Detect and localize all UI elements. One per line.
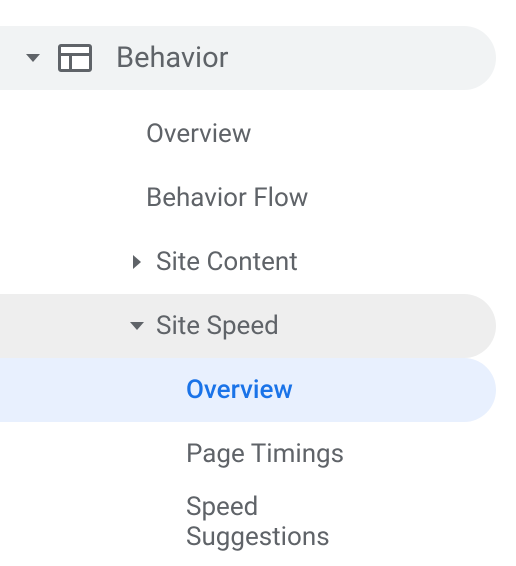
nav-item-site-speed[interactable]: Site Speed: [0, 294, 496, 358]
nav-label-overview: Overview: [146, 119, 251, 149]
caret-wrap: [128, 255, 146, 269]
caret-down-icon: [26, 54, 40, 62]
nav-label-page-timings: Page Timings: [186, 439, 344, 469]
nav-item-speed-overview[interactable]: Overview: [0, 358, 496, 422]
reports-nav: Behavior Overview Behavior Flow Site Con…: [0, 0, 516, 558]
nav-label-behavior: Behavior: [116, 41, 228, 75]
nav-item-overview[interactable]: Overview: [0, 102, 516, 166]
webpage-icon: [58, 44, 92, 72]
nav-label-speed-suggestions: Speed Suggestions: [186, 492, 386, 552]
nav-item-page-timings[interactable]: Page Timings: [0, 422, 516, 486]
nav-label-behavior-flow: Behavior Flow: [146, 183, 308, 213]
nav-item-behavior-flow[interactable]: Behavior Flow: [0, 166, 516, 230]
nav-item-site-content[interactable]: Site Content: [0, 230, 516, 294]
nav-item-speed-suggestions[interactable]: Speed Suggestions: [0, 486, 516, 558]
caret-wrap: [128, 322, 146, 330]
nav-item-behavior[interactable]: Behavior: [0, 26, 496, 90]
nav-label-site-content: Site Content: [156, 247, 298, 277]
caret-down-icon: [130, 322, 144, 330]
caret-right-icon: [133, 255, 141, 269]
nav-label-site-speed: Site Speed: [156, 311, 279, 341]
nav-label-speed-overview: Overview: [186, 375, 293, 405]
behavior-icons: [10, 44, 92, 72]
